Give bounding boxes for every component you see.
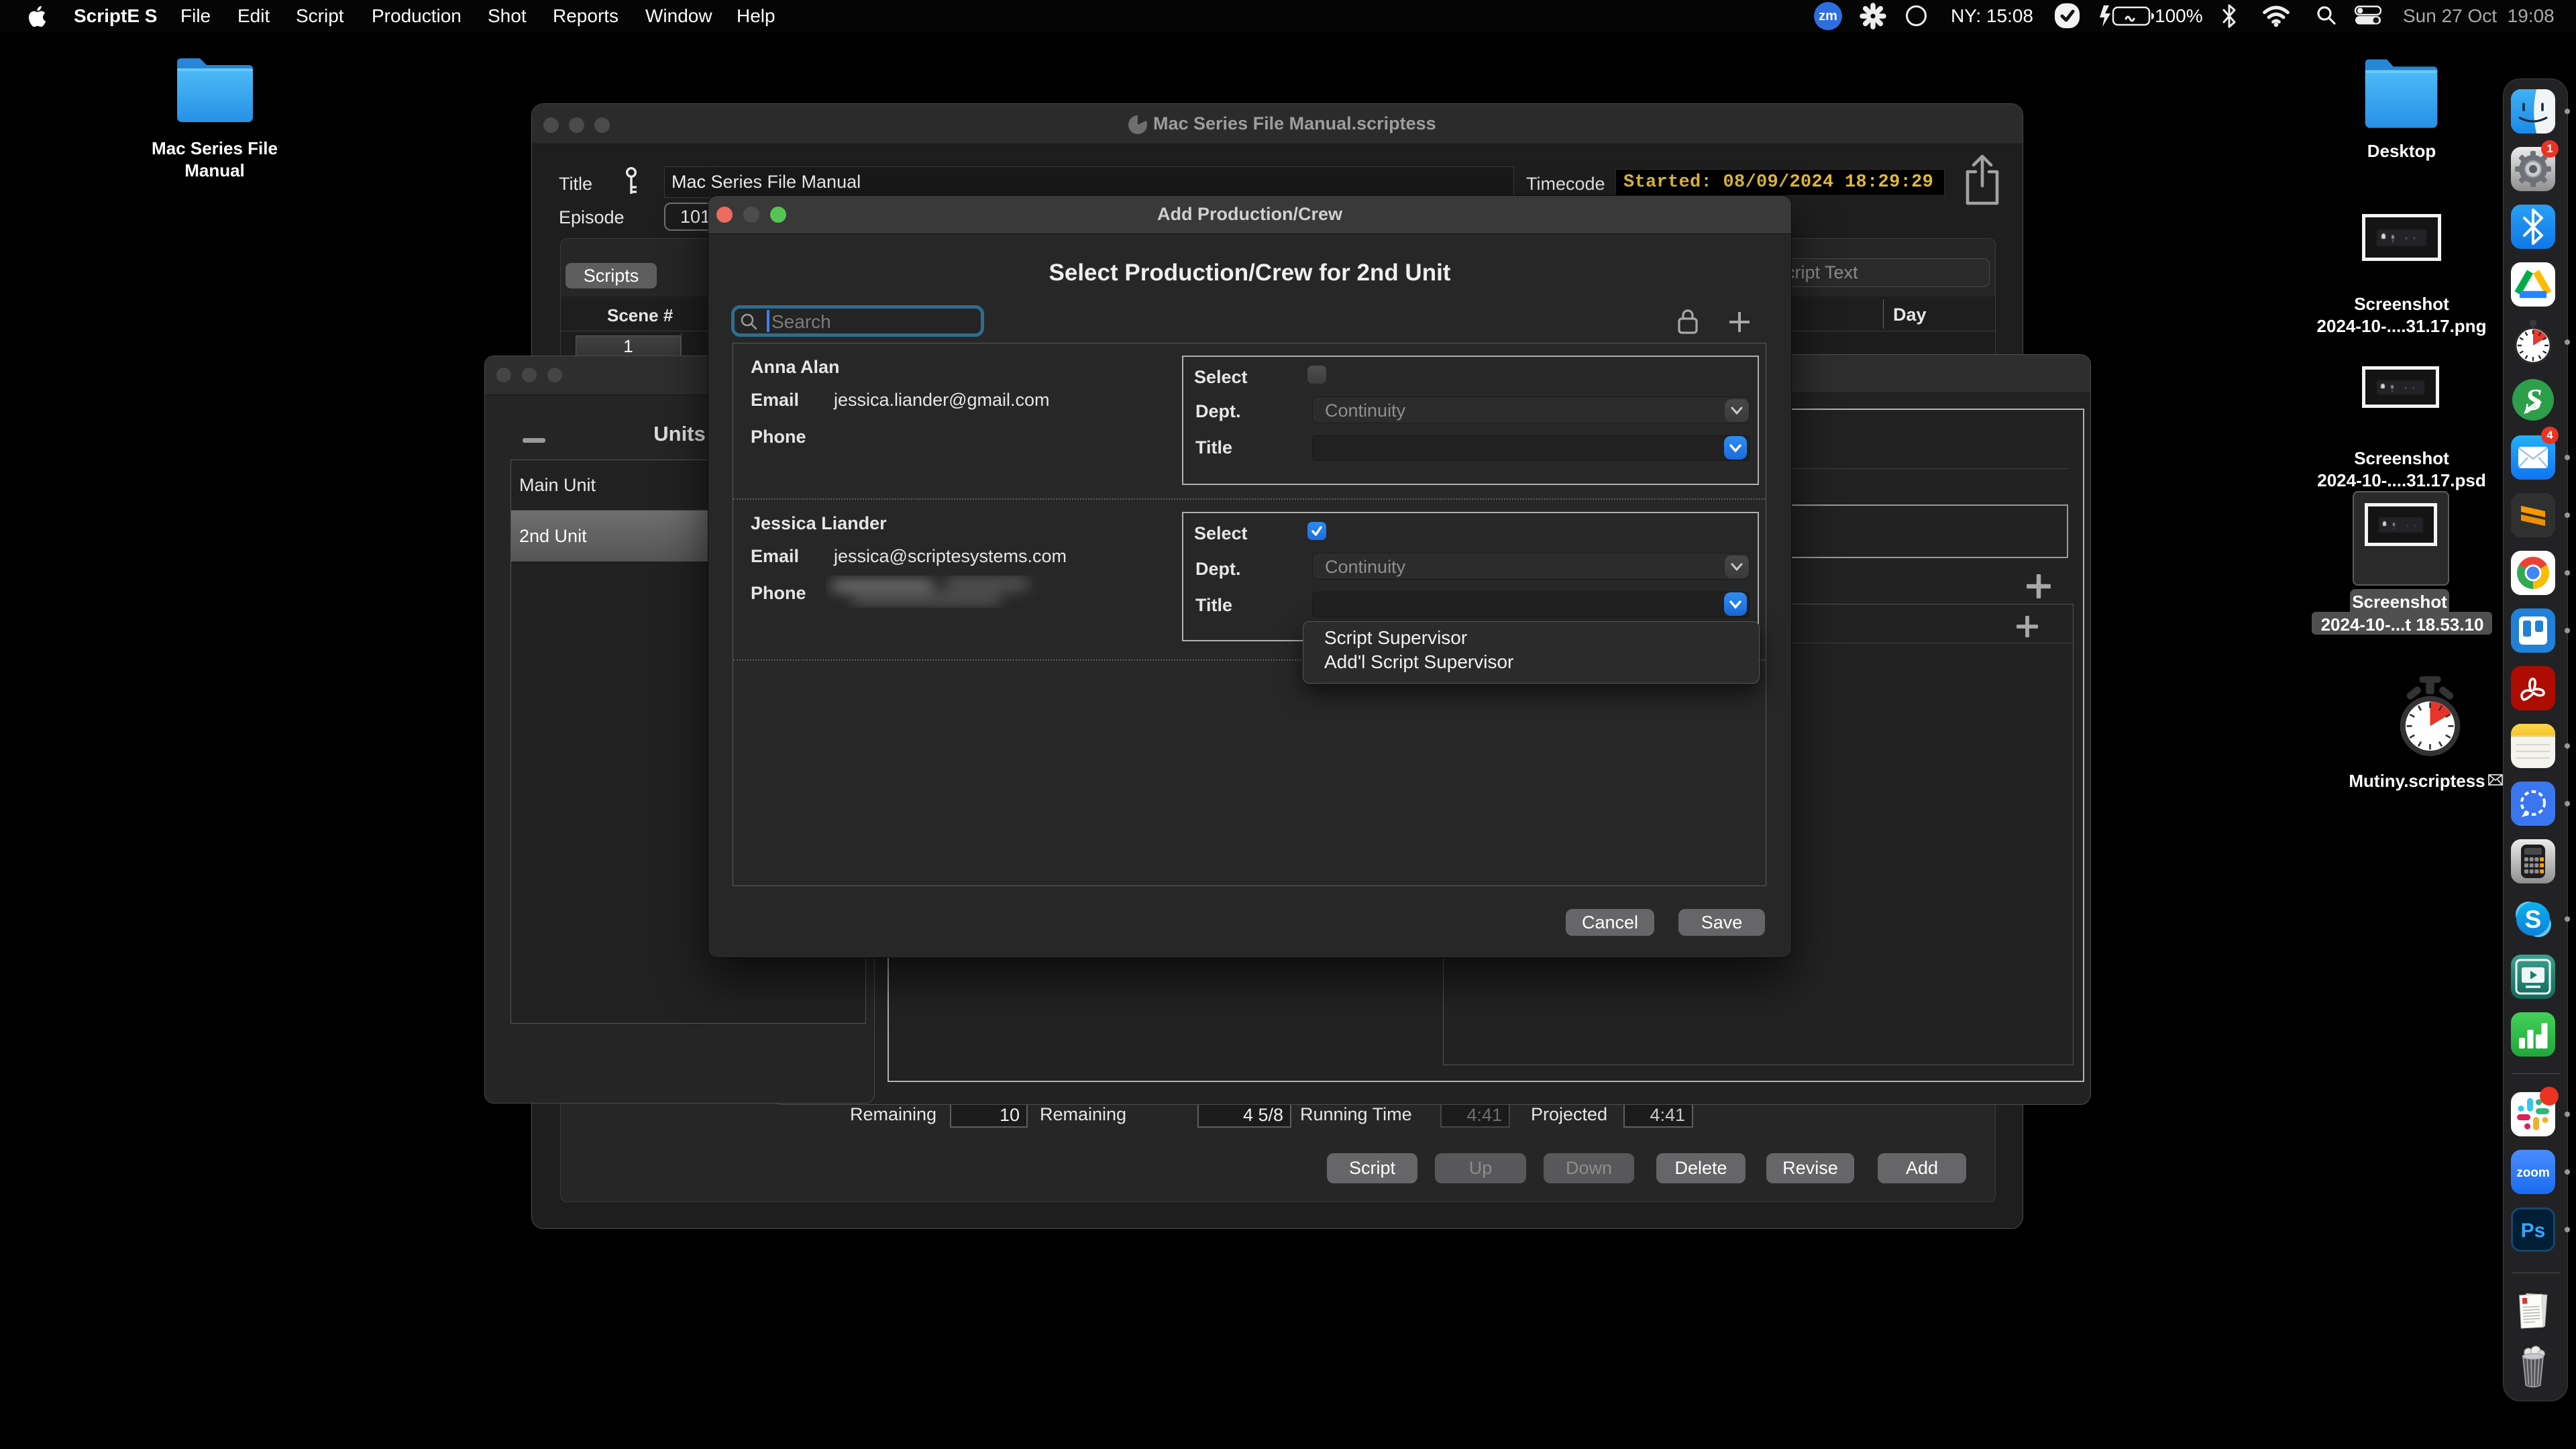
svg-text:zoom: zoom bbox=[2516, 1166, 2550, 1180]
svg-text:S: S bbox=[2525, 906, 2542, 933]
svg-text:Ps: Ps bbox=[2521, 1220, 2546, 1242]
